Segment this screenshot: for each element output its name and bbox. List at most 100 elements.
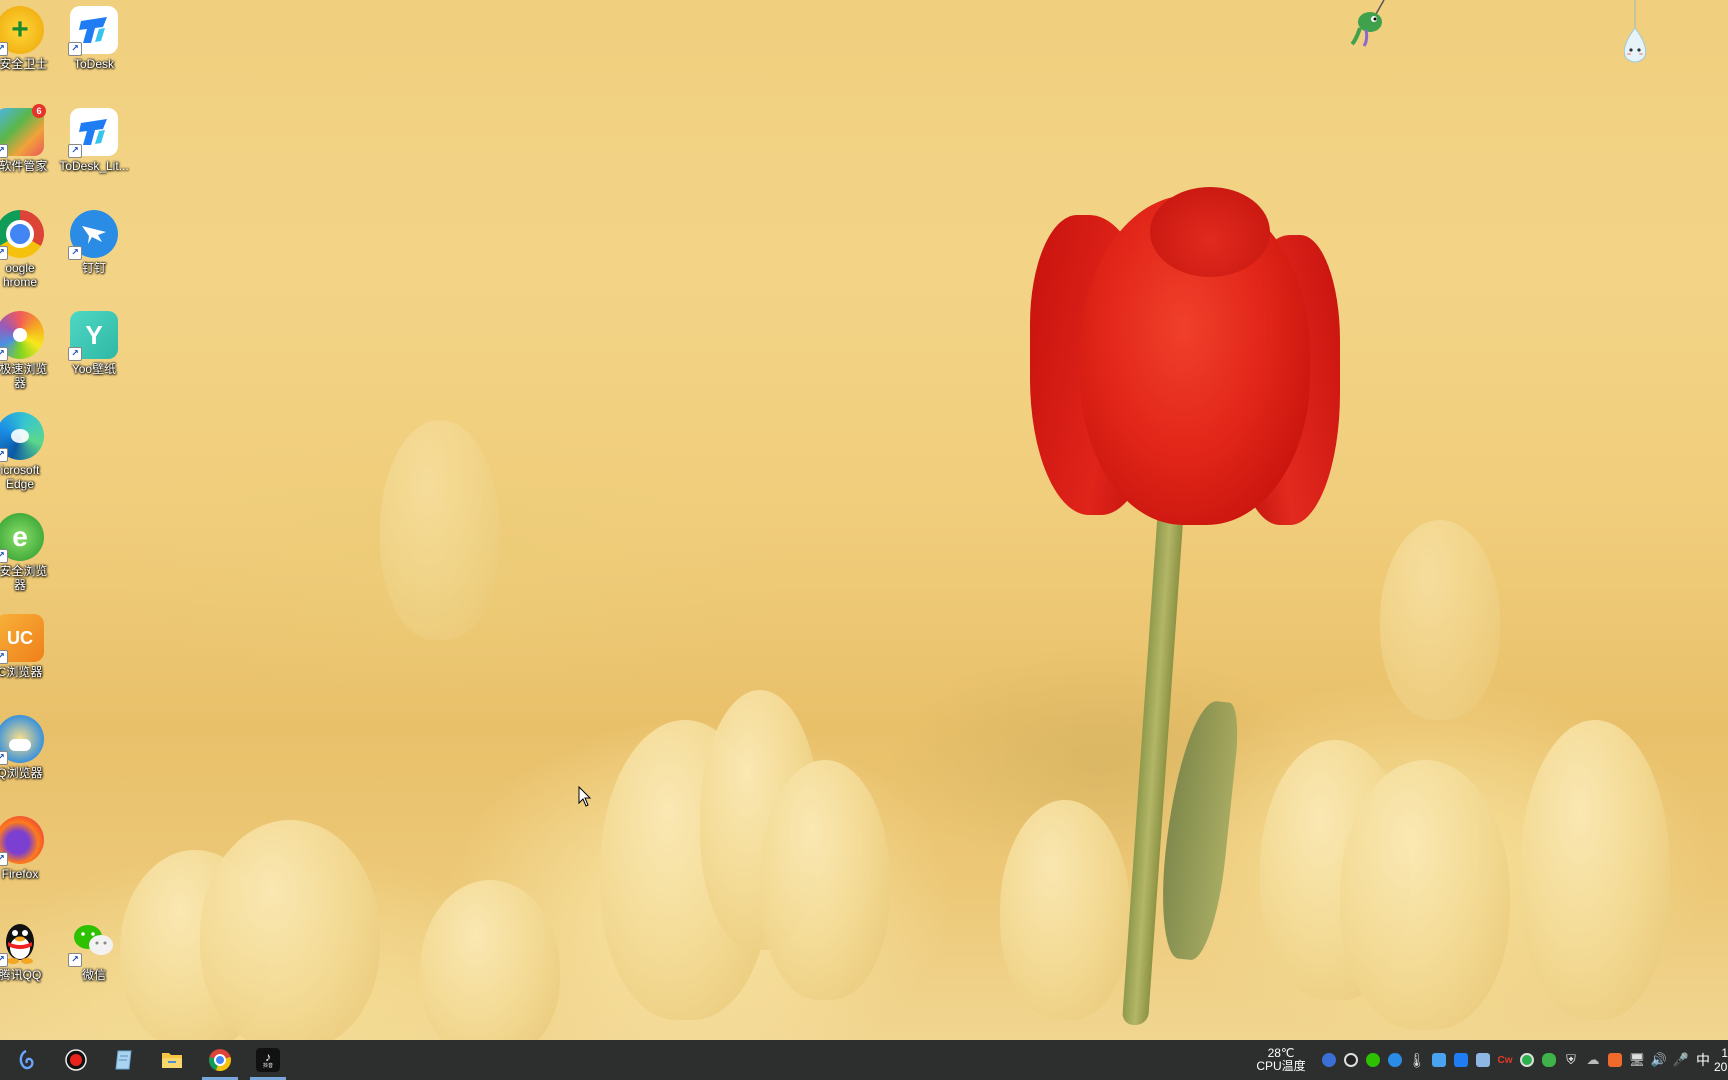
tray-message-icon[interactable] [1472,1040,1494,1080]
clock-date: 202 [1714,1060,1728,1074]
search-swirl-icon [19,1049,34,1070]
desktop-icon-label: oogle hrome [2,261,37,289]
mouse-cursor-icon [578,786,592,807]
desktop-icon-uc-browser[interactable]: UC ↗ C浏览器 [0,614,58,679]
desktop-icon-label: Q浏览器 [0,766,43,780]
shortcut-arrow-icon: ↗ [68,246,82,260]
desktop-icon-label: C浏览器 [0,665,43,679]
uc-browser-icon: UC ↗ [0,614,44,664]
tray-cw-icon[interactable]: Cw [1494,1040,1516,1080]
hanging-waterdrop-widget[interactable] [1612,0,1658,66]
tray-security-shield-icon[interactable]: ⛨ [1560,1040,1582,1080]
taskbar-file-explorer-button[interactable] [148,1040,196,1080]
shortcut-arrow-icon: ↗ [0,953,8,967]
taskbar-notepad-button[interactable] [100,1040,148,1080]
system-tray: 28℃ CPU温度 🌡 Cw ⛨ ☁ 🖥 🔊 🎤 中 1 202 [1252,1040,1728,1080]
desktop-icon-qq-browser[interactable]: ↗ Q浏览器 [0,715,58,780]
cpu-temperature-label: CPU温度 [1256,1059,1306,1073]
desktop-icon-yoo-wallpaper[interactable]: Y ↗ Yoo壁纸 [56,311,132,376]
desktop-icon-dingtalk[interactable]: ↗ 钉钉 [56,210,132,275]
desktop-icon-label: 钉钉 [81,261,106,275]
desktop-icon-360-safe-browser[interactable]: e ↗ 0安全浏览器 [0,513,58,592]
tray-wechat-icon[interactable] [1362,1040,1384,1080]
qq-browser-icon: ↗ [0,715,44,765]
desktop-icon-360-software-manager[interactable]: 6 ↗ 0软件管家 [0,104,58,173]
todesk-lite-icon: ↗ [68,108,118,158]
shortcut-arrow-icon: ↗ [0,549,8,563]
desktop-icon-tencent-qq[interactable]: ↗ 腾讯QQ [0,917,58,982]
wechat-icon: ↗ [68,917,118,967]
shortcut-arrow-icon: ↗ [68,144,82,158]
wallpaper-yellow-tulip [1000,800,1130,1020]
tray-network-icon[interactable]: 🖥 [1626,1040,1648,1080]
wallpaper-yellow-tulip [200,820,380,1040]
shortcut-arrow-icon: ↗ [68,953,82,967]
cpu-temperature-widget[interactable]: 28℃ CPU温度 [1252,1047,1310,1073]
firefox-icon: ↗ [0,816,44,866]
tray-qq-icon[interactable] [1340,1040,1362,1080]
taskbar-recorder-button[interactable] [52,1040,100,1080]
taskbar: ♪ 抖音 28℃ CPU温度 🌡 Cw ⛨ ☁ 🖥 🔊 🎤 中 1 202 [0,1040,1728,1080]
tray-orange-app-icon[interactable] [1604,1040,1626,1080]
clock-time: 1 [1721,1046,1728,1060]
chrome-icon: ↗ [0,210,44,260]
speed-browser-icon: ↗ [0,311,44,361]
desktop-icon-label: Yoo壁纸 [71,362,117,376]
desktop-wallpaper[interactable]: + ↗ 0安全卫士 ↗ ToDesk 6 ↗ 0软件管家 ↗ ToDesk_Li… [0,0,1728,1040]
desktop-icon-label: ToDesk_Lit... [59,159,129,173]
360-security-icon: + ↗ [0,6,44,56]
taskbar-clock[interactable]: 1 202 [1714,1046,1728,1074]
folder-icon [162,1053,182,1068]
edge-icon: ↗ [0,412,44,462]
wallpaper-yellow-tulip [1380,520,1500,720]
desktop-icon-360-speed-browser[interactable]: ↗ 0极速浏览器 [0,311,58,390]
wallpaper-red-tulip [1030,187,1350,535]
shortcut-arrow-icon: ↗ [68,42,82,56]
tray-mail-icon[interactable] [1318,1040,1340,1080]
tray-green-circle-icon[interactable] [1516,1040,1538,1080]
hanging-mascot-widget[interactable] [1346,0,1390,50]
taskbar-douyin-button[interactable]: ♪ 抖音 [244,1040,292,1080]
desktop-icon-wechat[interactable]: ↗ 微信 [56,917,132,982]
tray-gamepad-icon[interactable] [1538,1040,1560,1080]
taskbar-chrome-button[interactable] [196,1040,244,1080]
shortcut-arrow-icon: ↗ [68,347,82,361]
desktop-icon-label: 0安全卫士 [0,57,48,71]
notification-badge: 6 [32,104,46,118]
desktop-icon-firefox[interactable]: ↗ Firefox [0,816,58,881]
tray-volume-icon[interactable]: 🔊 [1648,1040,1670,1080]
shortcut-arrow-icon: ↗ [0,448,8,462]
tray-dingtalk-icon[interactable] [1384,1040,1406,1080]
tray-todesk-icon[interactable] [1450,1040,1472,1080]
tray-microphone-icon[interactable]: 🎤 [1670,1040,1692,1080]
desktop-icon-360-security[interactable]: + ↗ 0安全卫士 [0,6,58,71]
desktop-icon-microsoft-edge[interactable]: ↗ icrosoft Edge [0,412,58,491]
shortcut-arrow-icon: ↗ [0,751,8,765]
desktop-icon-google-chrome[interactable]: ↗ oogle hrome [0,210,58,289]
desktop-icon-todesk-lite[interactable]: ↗ ToDesk_Lit... [56,108,132,173]
desktop-icon-label: 0安全浏览器 [0,564,48,592]
desktop-icon-label: 0软件管家 [0,159,48,173]
todesk-icon: ↗ [68,6,118,56]
desktop-icon-label: 0极速浏览器 [0,362,48,390]
wallpaper-yellow-tulip [1520,720,1670,1020]
safe-browser-icon: e ↗ [0,513,44,563]
qq-penguin-icon: ↗ [0,917,44,967]
shortcut-arrow-icon: ↗ [0,246,8,260]
shortcut-arrow-icon: ↗ [0,650,8,664]
record-icon [65,1049,87,1071]
shortcut-arrow-icon: ↗ [0,852,8,866]
shortcut-arrow-icon: ↗ [0,42,8,56]
taskbar-search-button[interactable] [0,1040,52,1080]
notepad-icon [115,1050,132,1070]
douyin-icon: ♪ 抖音 [256,1048,280,1072]
tray-thermometer-icon[interactable]: 🌡 [1406,1040,1428,1080]
wallpaper-yellow-tulip [760,760,890,1000]
desktop-icon-label: Firefox [1,867,39,881]
tray-cloud-off-icon[interactable]: ☁ [1582,1040,1604,1080]
input-method-indicator[interactable]: 中 [1692,1050,1714,1070]
desktop-icon-label: 腾讯QQ [0,968,42,982]
desktop-icon-todesk[interactable]: ↗ ToDesk [56,6,132,71]
tray-360-icon[interactable] [1428,1040,1450,1080]
shortcut-arrow-icon: ↗ [0,347,8,361]
